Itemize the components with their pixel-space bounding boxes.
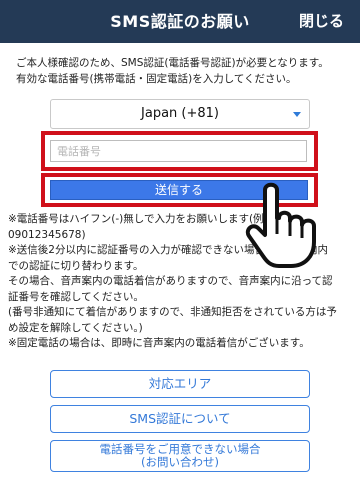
note-line: その場合、音声案内の電話着信がありますので、音声案内に沿って認: [8, 275, 333, 287]
country-select[interactable]: Japan (+81): [50, 99, 310, 129]
note-line: (番号非通知にて着信がありますので、非通知拒否をされている方は予: [8, 306, 337, 318]
about-sms-button[interactable]: SMS認証について: [50, 405, 310, 433]
intro-line-2: 有効な電話番号(携帯電話・固定電話)を入力してください。: [16, 73, 297, 85]
note-line: め設定を解除してください。): [8, 321, 143, 334]
close-button[interactable]: 閉じる: [299, 0, 344, 43]
no-phone-contact-button[interactable]: 電話番号をご用意できない場合 (お問い合わせ): [50, 440, 310, 472]
no-phone-line-2: (お問い合わせ): [141, 455, 219, 469]
caret-down-icon: [293, 112, 301, 117]
header-bar: SMS認証のお願い 閉じる: [0, 0, 360, 43]
pointing-hand-icon: [245, 182, 316, 268]
supported-area-button[interactable]: 対応エリア: [50, 370, 310, 398]
note-line: ※固定電話の場合は、即時に音声案内の電話着信がございます。: [8, 337, 310, 349]
intro-text: ご本人様確認のため、SMS認証(電話番号認証)が必要となります。 有効な電話番号…: [16, 55, 350, 87]
intro-line-1: ご本人様確認のため、SMS認証(電話番号認証)が必要となります。: [16, 57, 329, 69]
phone-number-input[interactable]: [50, 140, 307, 162]
note-line: 証番号を確認してください。: [8, 290, 144, 303]
country-select-value: Japan (+81): [141, 106, 219, 121]
